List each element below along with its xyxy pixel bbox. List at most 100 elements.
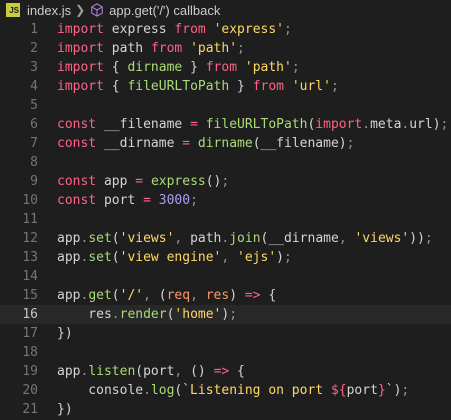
code-token: { [268,288,277,303]
code-token: port [96,193,144,208]
code-token: 'url' [291,79,331,94]
code-token: 'home' [174,307,222,322]
code-token: app [57,231,81,246]
code-token: (__dirname [260,231,339,246]
code-token: port [346,383,378,398]
code-token: ; [346,136,355,151]
code-token: path [182,231,222,246]
code-line[interactable]: 21}) [0,400,451,419]
code-token: fileURLToPath [205,117,308,132]
line-number: 9 [30,174,38,189]
code-line[interactable]: 11 [0,210,451,229]
code-text: app.get('/', (req, res) => { [57,286,276,305]
code-token: ( [150,288,167,303]
code-text: import path from 'path'; [57,39,245,58]
code-text: app.listen(port, () => { [57,362,245,381]
code-token: render [119,307,167,322]
code-text: app.set('view engine', 'ejs'); [57,248,292,267]
code-text: app.set('views', path.join(__dirname, 'v… [57,229,433,248]
code-line[interactable]: 13 app.set('view engine', 'ejs'); [0,248,451,267]
line-number: 19 [22,364,38,379]
code-token: listen [88,364,136,379]
line-number: 16 [22,307,38,322]
code-editor[interactable]: 1 import express from 'express'; 2 import p… [0,20,451,420]
chevron-right-icon: ❯ [75,3,86,17]
code-token: express [103,22,175,37]
code-token: res [57,307,112,322]
line-number: 15 [22,288,38,303]
code-token: dirname [127,60,183,75]
code-token: 'views' [119,231,175,246]
code-line[interactable]: 20 console.log(`Listening on port ${port… [0,381,451,400]
code-token: 'ejs' [237,250,277,265]
code-token: ( [111,288,120,303]
code-token: = [135,174,144,189]
code-token: meta [370,117,402,132]
line-number: 14 [22,269,38,284]
code-token: (port [135,364,175,379]
code-token: ; [440,117,449,132]
code-token: => [213,364,230,379]
line-number: 1 [30,22,38,37]
code-token: ; [190,193,198,208]
breadcrumb-symbol[interactable]: app.get('/') callback [109,3,220,18]
line-number: 12 [22,231,38,246]
code-line[interactable]: 14 [0,267,451,286]
code-token: , [338,231,347,246]
code-token: ( [111,250,120,265]
code-line[interactable]: 5 [0,96,451,115]
code-token: 'express' [213,22,285,37]
code-token: express [150,174,206,189]
code-line[interactable]: 18 [0,343,451,362]
code-line[interactable]: 10 const port = 3000; [0,191,451,210]
code-line[interactable]: 19 app.listen(port, () => { [0,362,451,381]
code-token: ) [276,250,284,265]
code-line[interactable]: 12 app.set('views', path.join(__dirname, … [0,229,451,248]
code-line[interactable]: 9 const app = express(); [0,172,451,191]
code-line[interactable]: 6 const __filename = fileURLToPath(import… [0,115,451,134]
code-token: get [88,288,112,303]
code-token: = [182,136,191,151]
code-token: } [229,79,253,94]
code-token: () [182,364,214,379]
code-token: ) [229,288,245,303]
code-token: import [57,41,104,56]
code-token: import [315,117,363,132]
code-token: = [143,193,151,208]
code-line[interactable]: 17}) [0,324,451,343]
code-token: app [96,174,136,189]
code-line[interactable]: 7 const __dirname = dirname(__filename); [0,134,451,153]
line-number: 5 [30,98,38,113]
code-token: ( [111,231,120,246]
code-line[interactable]: 8 [0,153,451,172]
code-token: req [166,288,191,303]
code-text: import { fileURLToPath } from 'url'; [57,77,339,96]
code-token: `Listening on port [182,383,331,398]
code-text: import { dirname } from 'path'; [57,58,300,77]
breadcrumb-file[interactable]: index.js [27,3,71,18]
code-token: import [57,22,104,37]
code-line[interactable]: 3 import { dirname } from 'path'; [0,58,451,77]
line-number: 17 [22,326,38,341]
code-line[interactable]: 15 app.get('/', (req, res) => { [0,286,451,305]
code-line[interactable]: 1 import express from 'express'; [0,20,451,39]
code-token: from [252,79,284,94]
code-line[interactable]: 4 import { fileURLToPath } from 'url'; [0,77,451,96]
code-token: )) [409,231,425,246]
code-token: ) [64,326,73,341]
code-line[interactable]: 2 import path from 'path'; [0,39,451,58]
code-token: } [377,383,386,398]
code-line[interactable]: 16 res.render('home'); [0,305,451,324]
code-text: const __filename = fileURLToPath(import.… [57,115,448,134]
code-token: , [190,288,198,303]
code-text: const app = express(); [57,172,229,191]
code-token: ; [229,307,238,322]
code-token: app [57,250,81,265]
code-token: app [57,288,81,303]
code-text: const port = 3000; [57,191,198,210]
code-token: const [57,193,97,208]
line-number: 6 [30,117,38,132]
